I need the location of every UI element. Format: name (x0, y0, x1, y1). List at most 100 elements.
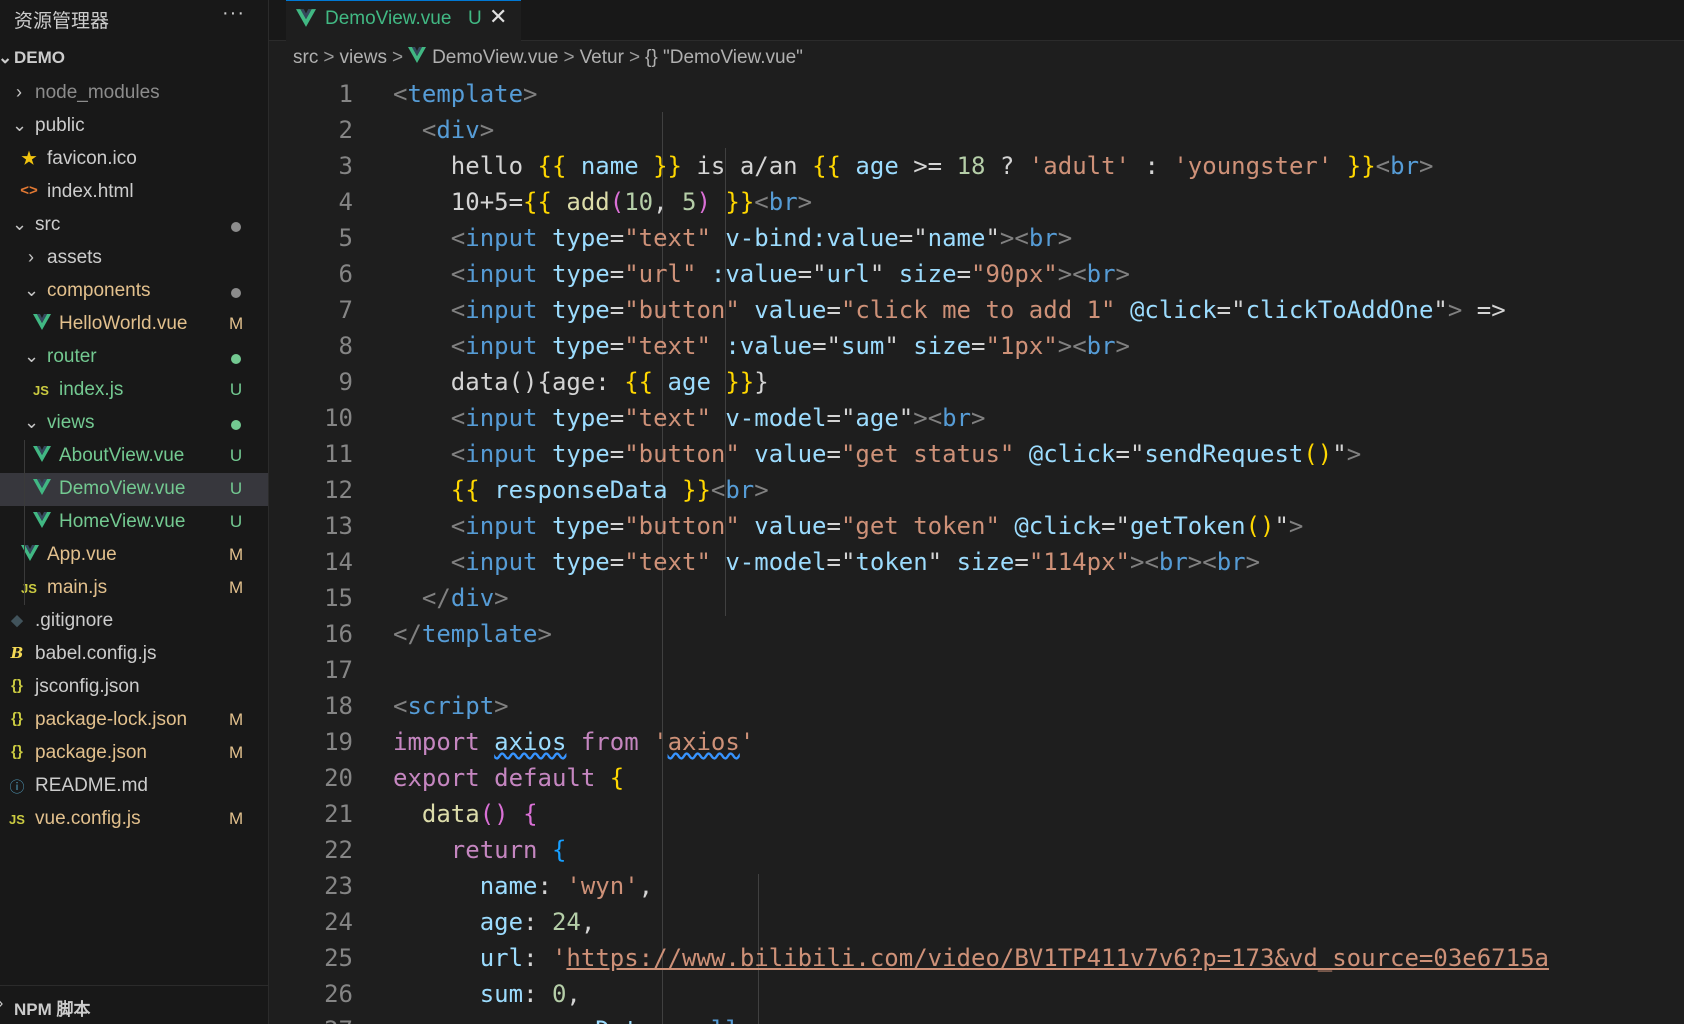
tree-item-label: AboutView.vue (59, 445, 185, 466)
tree-item-components[interactable]: ⌄ components (0, 275, 268, 308)
line-number: 2 (338, 116, 353, 144)
tree-item-jsconfig[interactable]: {} jsconfig.json (0, 671, 268, 704)
chevron-right-icon: › (16, 82, 22, 102)
code-line[interactable]: <div> (393, 112, 1684, 148)
tree-item-homeview-vue[interactable]: HomeView.vue U (0, 506, 268, 539)
tree-item-label: vue.config.js (35, 808, 141, 829)
code-line[interactable]: <input type="text" :value="sum" size="1p… (393, 328, 1684, 364)
code-line[interactable]: responseData: null, (393, 1012, 1684, 1024)
breadcrumb-item-src[interactable]: src (293, 47, 318, 69)
code-lines[interactable]: <template> <div> hello {{ name }} is a/a… (393, 76, 1684, 1024)
code-line[interactable]: 10+5={{ add(10, 5) }}<br> (393, 184, 1684, 220)
code-line[interactable]: <input type="button" value="click me to … (393, 292, 1684, 328)
explorer-header: 资源管理器 ··· (0, 0, 268, 34)
line-number-gutter: 1 2 3 4 5 6 7 8 9 10 11 12 13 14 15 16 17 18 19 20 21 22 23 24 2… (269, 76, 359, 1024)
code-line[interactable] (393, 652, 1684, 688)
git-status-dot (231, 354, 241, 364)
tree-item-label: public (35, 115, 85, 136)
tree-item-label: jsconfig.json (35, 676, 140, 697)
line-number: 6 (338, 260, 353, 288)
html-file-icon: <> (20, 182, 38, 199)
chevron-right-icon: > (628, 47, 641, 68)
tree-item-label: package.json (35, 742, 147, 763)
git-status-badge: U (229, 446, 243, 465)
tree-item-main-js[interactable]: JS main.js M (0, 572, 268, 605)
code-line[interactable]: data() { (393, 796, 1684, 832)
tree-item-favicon[interactable]: ★ favicon.ico (0, 143, 268, 176)
code-line[interactable]: name: 'wyn', (393, 868, 1684, 904)
git-status-badge: M (229, 578, 244, 597)
line-number: 25 (324, 944, 353, 972)
code-line[interactable]: <input type="text" v-model="token" size=… (393, 544, 1684, 580)
breadcrumb-item-views[interactable]: views (339, 47, 387, 69)
code-line[interactable]: return { (393, 832, 1684, 868)
tree-item-demoview-vue[interactable]: DemoView.vue U (0, 473, 268, 506)
git-status-dot (231, 222, 241, 232)
close-icon[interactable]: ✕ (489, 4, 507, 30)
code-line[interactable]: url: 'https://www.bilibili.com/video/BV1… (393, 940, 1684, 976)
code-line[interactable]: {{ responseData }}<br> (393, 472, 1684, 508)
tree-item-gitignore[interactable]: ◆ .gitignore (0, 605, 268, 638)
tree-item-app-vue[interactable]: App.vue M (0, 539, 268, 572)
code-line[interactable]: <input type="url" :value="url" size="90p… (393, 256, 1684, 292)
file-tree: › node_modules ⌄ public ★ favicon.ico <>… (0, 77, 268, 836)
tree-item-babel-config[interactable]: B babel.config.js (0, 638, 268, 671)
code-line[interactable]: sum: 0, (393, 976, 1684, 1012)
tree-item-router-index-js[interactable]: JS index.js U (0, 374, 268, 407)
code-line[interactable]: </div> (393, 580, 1684, 616)
breadcrumb-item-vetur[interactable]: Vetur (580, 47, 624, 69)
tree-item-src[interactable]: ⌄ src (0, 209, 268, 242)
tree-item-package-json[interactable]: {} package.json M (0, 737, 268, 770)
tree-item-label: index.js (59, 379, 124, 400)
tree-item-public[interactable]: ⌄ public (0, 110, 268, 143)
breadcrumb-item-file[interactable]: DemoView.vue (432, 47, 558, 69)
tree-item-views[interactable]: ⌄ views (0, 407, 268, 440)
git-status-dot (231, 420, 241, 430)
tree-item-readme[interactable]: ⓘ README.md (0, 770, 268, 803)
star-icon: ★ (21, 149, 37, 168)
tree-item-label: assets (47, 247, 102, 268)
code-line[interactable]: data(){age: {{ age }}} (393, 364, 1684, 400)
tree-item-helloworld-vue[interactable]: HelloWorld.vue M (0, 308, 268, 341)
tab-demoview[interactable]: DemoView.vue U ✕ (286, 0, 521, 41)
line-number: 16 (324, 620, 353, 648)
npm-scripts-section[interactable]: › NPM 脚本 (0, 985, 268, 1024)
tree-item-index-html[interactable]: <> index.html (0, 176, 268, 209)
code-line[interactable]: </template> (393, 616, 1684, 652)
code-line[interactable]: <script> (393, 688, 1684, 724)
code-line[interactable]: age: 24, (393, 904, 1684, 940)
tree-item-label: README.md (35, 775, 148, 796)
code-editor[interactable]: 1 2 3 4 5 6 7 8 9 10 11 12 13 14 15 16 17 18 19 20 21 22 23 24 2… (269, 76, 1684, 1024)
chevron-down-icon: ⌄ (24, 346, 40, 366)
code-line[interactable]: import axios from 'axios' (393, 724, 1684, 760)
git-status-badge: M (229, 743, 244, 762)
tree-item-assets[interactable]: › assets (0, 242, 268, 275)
tree-item-router[interactable]: ⌄ router (0, 341, 268, 374)
chevron-right-icon: › (0, 995, 3, 1013)
line-number: 18 (324, 692, 353, 720)
tree-item-node-modules[interactable]: › node_modules (0, 77, 268, 110)
tab-bar: DemoView.vue U ✕ (269, 0, 1684, 41)
code-line[interactable]: <input type="text" v-bind:value="name"><… (393, 220, 1684, 256)
code-line[interactable]: <template> (393, 76, 1684, 112)
code-line[interactable]: <input type="text" v-model="age"><br> (393, 400, 1684, 436)
breadcrumb-item-symbol[interactable]: {} "DemoView.vue" (645, 47, 803, 69)
tree-item-label: src (35, 214, 61, 235)
tree-item-label: main.js (47, 577, 108, 598)
code-line[interactable]: export default { (393, 760, 1684, 796)
line-number: 11 (324, 440, 353, 468)
tree-item-label: App.vue (47, 544, 117, 565)
tree-item-package-lock[interactable]: {} package-lock.json M (0, 704, 268, 737)
code-line[interactable]: <input type="button" value="get token" @… (393, 508, 1684, 544)
line-number: 26 (324, 980, 353, 1008)
line-number: 3 (338, 152, 353, 180)
code-line[interactable]: hello {{ name }} is a/an {{ age >= 18 ? … (393, 148, 1684, 184)
line-number: 13 (324, 512, 353, 540)
tree-item-aboutview-vue[interactable]: AboutView.vue U (0, 440, 268, 473)
line-number: 10 (324, 404, 353, 432)
more-actions-icon[interactable]: ··· (222, 2, 245, 25)
tree-item-vue-config[interactable]: JS vue.config.js M (0, 803, 268, 836)
git-status-badge: M (229, 710, 244, 729)
code-line[interactable]: <input type="button" value="get status" … (393, 436, 1684, 472)
project-name: DEMO (14, 48, 65, 67)
